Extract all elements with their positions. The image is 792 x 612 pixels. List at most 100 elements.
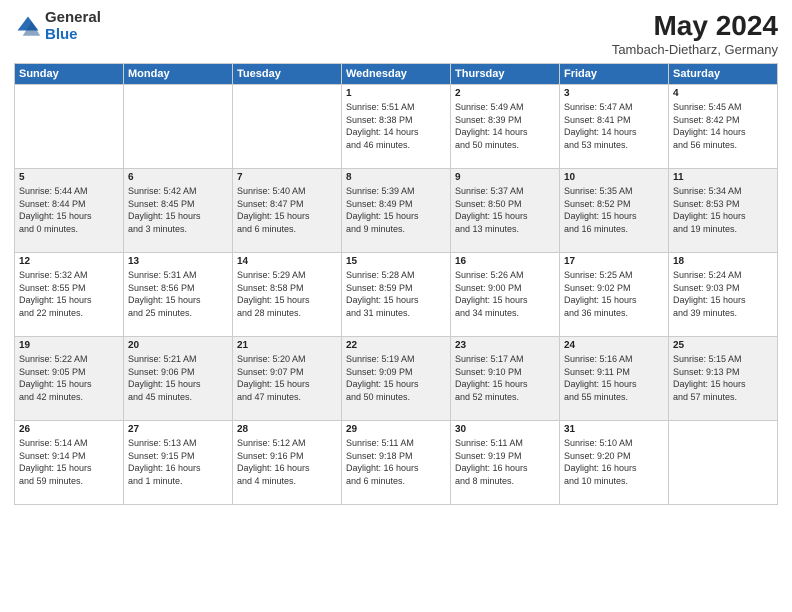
day-number: 15 — [346, 256, 446, 267]
weekday-header-wednesday: Wednesday — [342, 64, 451, 85]
day-info: Sunrise: 5:10 AM Sunset: 9:20 PM Dayligh… — [564, 437, 664, 487]
day-number: 28 — [237, 424, 337, 435]
day-info: Sunrise: 5:19 AM Sunset: 9:09 PM Dayligh… — [346, 353, 446, 403]
location-subtitle: Tambach-Dietharz, Germany — [612, 42, 778, 57]
day-number: 18 — [673, 256, 773, 267]
calendar-cell: 16Sunrise: 5:26 AM Sunset: 9:00 PM Dayli… — [451, 253, 560, 337]
calendar-cell: 5 Sunrise: 5:44 AM Sunset: 8:44 PM Daylig… — [15, 169, 124, 253]
day-number: 26 — [19, 424, 119, 435]
day-info: Sunrise: 5:31 AM Sunset: 8:56 PM Dayligh… — [128, 269, 228, 319]
day-number: 2 — [455, 88, 555, 99]
day-info: Sunrise: 5:15 AM Sunset: 9:13 PM Dayligh… — [673, 353, 773, 403]
day-number: 12 — [19, 256, 119, 267]
day-info: Sunrise: 5:44 AM Sunset: 8:44 PM Dayligh… — [19, 185, 119, 235]
weekday-header-tuesday: Tuesday — [233, 64, 342, 85]
calendar-cell: 25 Sunrise: 5:15 AM Sunset: 9:13 PM Dayli… — [669, 337, 778, 421]
calendar-week-1: 1Sunrise: 5:51 AM Sunset: 8:38 PM Daylig… — [15, 85, 778, 169]
calendar-cell: 17 Sunrise: 5:25 AM Sunset: 9:02 PM Dayli… — [560, 253, 669, 337]
day-info: Sunrise: 5:32 AM Sunset: 8:55 PM Dayligh… — [19, 269, 119, 319]
title-area: May 2024 Tambach-Dietharz, Germany — [612, 10, 778, 57]
day-info: Sunrise: 5:42 AM Sunset: 8:45 PM Dayligh… — [128, 185, 228, 235]
day-info: Sunrise: 5:29 AM Sunset: 8:58 PM Dayligh… — [237, 269, 337, 319]
calendar-cell: 12 Sunrise: 5:32 AM Sunset: 8:55 PM Dayli… — [15, 253, 124, 337]
day-number: 22 — [346, 340, 446, 351]
day-number: 17 — [564, 256, 664, 267]
day-number: 30 — [455, 424, 555, 435]
weekday-header-thursday: Thursday — [451, 64, 560, 85]
calendar-cell: 26 Sunrise: 5:14 AM Sunset: 9:14 PM Dayli… — [15, 421, 124, 505]
day-info: Sunrise: 5:22 AM Sunset: 9:05 PM Dayligh… — [19, 353, 119, 403]
calendar-cell: 3 Sunrise: 5:47 AM Sunset: 8:41 PM Daylig… — [560, 85, 669, 169]
day-info: Sunrise: 5:39 AM Sunset: 8:49 PM Dayligh… — [346, 185, 446, 235]
day-number: 10 — [564, 172, 664, 183]
calendar-cell: 19 Sunrise: 5:22 AM Sunset: 9:05 PM Dayli… — [15, 337, 124, 421]
day-number: 29 — [346, 424, 446, 435]
calendar-cell: 27 Sunrise: 5:13 AM Sunset: 9:15 PM Dayli… — [124, 421, 233, 505]
month-title: May 2024 — [612, 10, 778, 42]
calendar-cell — [233, 85, 342, 169]
day-info: Sunrise: 5:37 AM Sunset: 8:50 PM Dayligh… — [455, 185, 555, 235]
weekday-header-sunday: Sunday — [15, 64, 124, 85]
calendar-cell: 23Sunrise: 5:17 AM Sunset: 9:10 PM Dayli… — [451, 337, 560, 421]
calendar-cell: 29 Sunrise: 5:11 AM Sunset: 9:18 PM Dayli… — [342, 421, 451, 505]
day-number: 14 — [237, 256, 337, 267]
day-info: Sunrise: 5:14 AM Sunset: 9:14 PM Dayligh… — [19, 437, 119, 487]
logo-icon — [14, 13, 42, 41]
day-info: Sunrise: 5:35 AM Sunset: 8:52 PM Dayligh… — [564, 185, 664, 235]
day-number: 21 — [237, 340, 337, 351]
weekday-header-row: SundayMondayTuesdayWednesdayThursdayFrid… — [15, 64, 778, 85]
day-number: 20 — [128, 340, 228, 351]
day-number: 25 — [673, 340, 773, 351]
day-number: 7 — [237, 172, 337, 183]
day-info: Sunrise: 5:21 AM Sunset: 9:06 PM Dayligh… — [128, 353, 228, 403]
day-info: Sunrise: 5:12 AM Sunset: 9:16 PM Dayligh… — [237, 437, 337, 487]
calendar-week-4: 19 Sunrise: 5:22 AM Sunset: 9:05 PM Dayli… — [15, 337, 778, 421]
header: General Blue May 2024 Tambach-Dietharz, … — [14, 10, 778, 57]
logo: General Blue — [14, 10, 101, 43]
calendar-cell: 14 Sunrise: 5:29 AM Sunset: 8:58 PM Dayli… — [233, 253, 342, 337]
day-info: Sunrise: 5:11 AM Sunset: 9:18 PM Dayligh… — [346, 437, 446, 487]
day-number: 16 — [455, 256, 555, 267]
day-info: Sunrise: 5:17 AM Sunset: 9:10 PM Dayligh… — [455, 353, 555, 403]
day-number: 27 — [128, 424, 228, 435]
calendar-cell: 7Sunrise: 5:40 AM Sunset: 8:47 PM Daylig… — [233, 169, 342, 253]
calendar-cell: 24Sunrise: 5:16 AM Sunset: 9:11 PM Dayli… — [560, 337, 669, 421]
day-number: 5 — [19, 172, 119, 183]
day-info: Sunrise: 5:47 AM Sunset: 8:41 PM Dayligh… — [564, 101, 664, 151]
calendar-cell: 28 Sunrise: 5:12 AM Sunset: 9:16 PM Dayli… — [233, 421, 342, 505]
calendar-cell: 22 Sunrise: 5:19 AM Sunset: 9:09 PM Dayli… — [342, 337, 451, 421]
day-info: Sunrise: 5:24 AM Sunset: 9:03 PM Dayligh… — [673, 269, 773, 319]
calendar-cell: 21Sunrise: 5:20 AM Sunset: 9:07 PM Dayli… — [233, 337, 342, 421]
calendar-cell: 6 Sunrise: 5:42 AM Sunset: 8:45 PM Daylig… — [124, 169, 233, 253]
calendar-cell: 31Sunrise: 5:10 AM Sunset: 9:20 PM Dayli… — [560, 421, 669, 505]
weekday-header-monday: Monday — [124, 64, 233, 85]
calendar-cell: 2 Sunrise: 5:49 AM Sunset: 8:39 PM Daylig… — [451, 85, 560, 169]
day-info: Sunrise: 5:34 AM Sunset: 8:53 PM Dayligh… — [673, 185, 773, 235]
day-number: 1 — [346, 88, 446, 99]
day-info: Sunrise: 5:28 AM Sunset: 8:59 PM Dayligh… — [346, 269, 446, 319]
calendar-table: SundayMondayTuesdayWednesdayThursdayFrid… — [14, 63, 778, 505]
calendar-cell: 11 Sunrise: 5:34 AM Sunset: 8:53 PM Dayli… — [669, 169, 778, 253]
day-number: 4 — [673, 88, 773, 99]
day-number: 19 — [19, 340, 119, 351]
calendar-cell — [124, 85, 233, 169]
day-info: Sunrise: 5:49 AM Sunset: 8:39 PM Dayligh… — [455, 101, 555, 151]
weekday-header-friday: Friday — [560, 64, 669, 85]
day-number: 24 — [564, 340, 664, 351]
day-number: 6 — [128, 172, 228, 183]
calendar-cell: 20 Sunrise: 5:21 AM Sunset: 9:06 PM Dayli… — [124, 337, 233, 421]
calendar-cell: 30Sunrise: 5:11 AM Sunset: 9:19 PM Dayli… — [451, 421, 560, 505]
page: General Blue May 2024 Tambach-Dietharz, … — [0, 0, 792, 612]
calendar-week-3: 12 Sunrise: 5:32 AM Sunset: 8:55 PM Dayli… — [15, 253, 778, 337]
calendar-cell: 8 Sunrise: 5:39 AM Sunset: 8:49 PM Daylig… — [342, 169, 451, 253]
day-number: 8 — [346, 172, 446, 183]
calendar-cell: 18 Sunrise: 5:24 AM Sunset: 9:03 PM Dayli… — [669, 253, 778, 337]
calendar-cell: 13Sunrise: 5:31 AM Sunset: 8:56 PM Dayli… — [124, 253, 233, 337]
calendar-week-2: 5 Sunrise: 5:44 AM Sunset: 8:44 PM Daylig… — [15, 169, 778, 253]
day-info: Sunrise: 5:13 AM Sunset: 9:15 PM Dayligh… — [128, 437, 228, 487]
calendar-cell — [669, 421, 778, 505]
day-number: 11 — [673, 172, 773, 183]
day-number: 3 — [564, 88, 664, 99]
logo-text: General Blue — [45, 10, 101, 43]
day-info: Sunrise: 5:25 AM Sunset: 9:02 PM Dayligh… — [564, 269, 664, 319]
